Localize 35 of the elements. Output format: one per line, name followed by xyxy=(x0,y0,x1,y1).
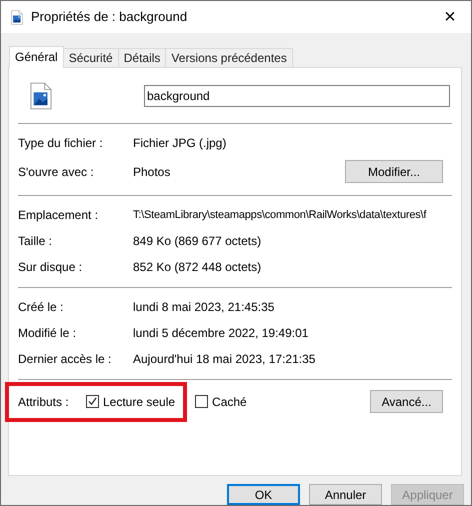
change-button[interactable]: Modifier... xyxy=(345,160,443,184)
field-value: lundi 5 décembre 2022, 19:49:01 xyxy=(133,324,308,342)
checkbox-box[interactable] xyxy=(86,395,99,408)
field-value: Fichier JPG (.jpg) xyxy=(133,134,226,152)
checkbox-box[interactable] xyxy=(195,395,208,408)
check-icon xyxy=(88,397,97,406)
image-file-icon xyxy=(30,82,52,110)
close-button[interactable]: × xyxy=(435,4,465,30)
tab[interactable]: Général xyxy=(9,46,64,68)
checkbox[interactable]: Lecture seule xyxy=(86,392,176,411)
field-value: Aujourd'hui 18 mai 2023, 17:21:35 xyxy=(133,350,316,368)
advanced-button[interactable]: Avancé... xyxy=(370,390,443,414)
tab[interactable]: Sécurité xyxy=(64,48,119,67)
dialog-button[interactable]: Annuler xyxy=(309,484,382,505)
tab[interactable]: Détails xyxy=(118,48,166,67)
field-label: S'ouvre avec : xyxy=(18,164,95,181)
dialog-button[interactable]: OK xyxy=(227,484,300,505)
field-label: Dernier accès le : xyxy=(18,350,112,368)
field-value: T:\SteamLibrary\steamapps\common\RailWorks\data\textures\f xyxy=(133,208,426,223)
field-label: Type du fichier : xyxy=(18,134,104,152)
field-label: Créé le : xyxy=(18,298,64,316)
field-label: Emplacement : xyxy=(18,206,100,224)
field-value: 849 Ko (869 677 octets) xyxy=(133,232,262,250)
tab[interactable]: Versions précédentes xyxy=(166,48,293,67)
field-label: Modifié le : xyxy=(18,324,78,342)
checkbox[interactable]: Caché xyxy=(195,392,247,411)
field-label: Sur disque : xyxy=(18,258,84,276)
field-label: Taille : xyxy=(18,232,54,250)
field-value: 852 Ko (872 448 octets) xyxy=(133,258,262,276)
field-value: lundi 8 mai 2023, 21:45:35 xyxy=(133,298,274,316)
image-file-icon xyxy=(11,10,23,24)
field-value: Photos xyxy=(133,164,170,181)
name-field[interactable]: background xyxy=(144,84,450,107)
window-title: Propriétés de : background xyxy=(31,8,188,26)
attributes-label: Attributs : xyxy=(18,394,70,411)
